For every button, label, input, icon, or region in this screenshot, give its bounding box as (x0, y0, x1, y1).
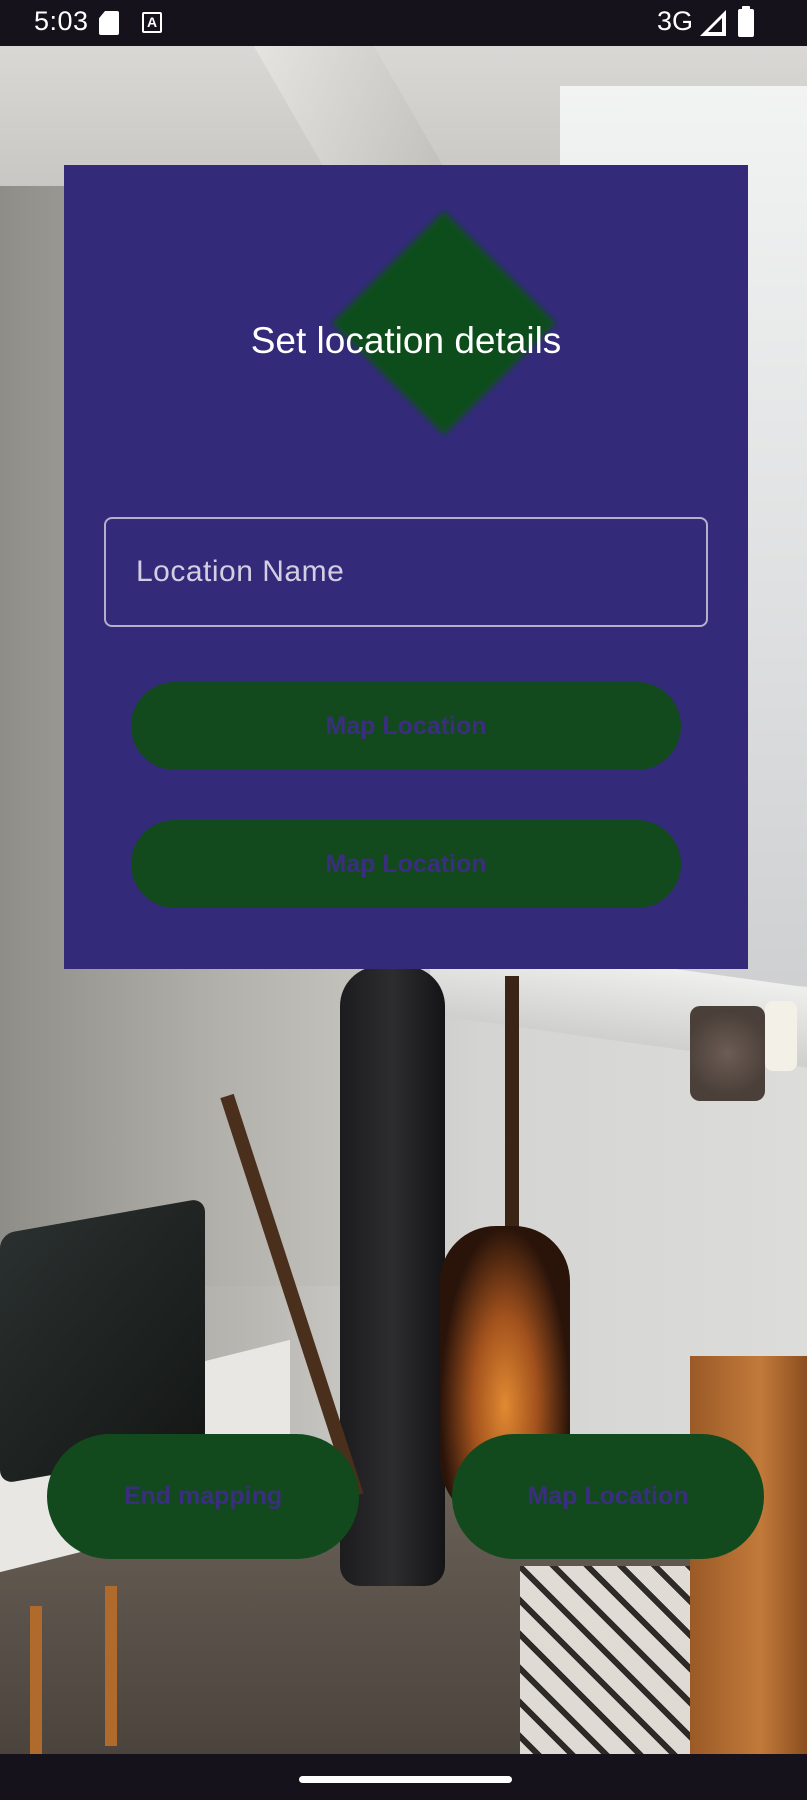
battery-icon (738, 6, 754, 37)
signal-icon (700, 10, 726, 36)
location-name-input[interactable] (104, 517, 708, 627)
sill-object (690, 1006, 765, 1101)
status-time: 5:03 (34, 6, 89, 36)
location-details-dialog: Set location details Map Location Map Lo… (64, 165, 748, 969)
table-leg (105, 1586, 117, 1746)
acoustic-guitar-neck (505, 976, 519, 1256)
table-leg (30, 1606, 42, 1754)
navigation-bar (0, 1754, 807, 1800)
candle (765, 1001, 797, 1071)
sd-card-icon (99, 11, 119, 35)
bottom-map-location-button[interactable]: Map Location (452, 1434, 764, 1559)
dialog-title: Set location details (250, 320, 562, 361)
map-location-button[interactable]: Map Location (131, 682, 681, 770)
end-mapping-button[interactable]: End mapping (47, 1434, 359, 1559)
app-screen: 5:03 A 3G Set location details Location … (0, 0, 807, 1800)
network-type: 3G (657, 6, 694, 36)
map-location-button-secondary[interactable]: Map Location (131, 820, 681, 908)
home-gesture-handle[interactable] (299, 1776, 512, 1783)
text-a-icon: A (142, 12, 162, 33)
status-bar: 5:03 A 3G (0, 0, 807, 46)
